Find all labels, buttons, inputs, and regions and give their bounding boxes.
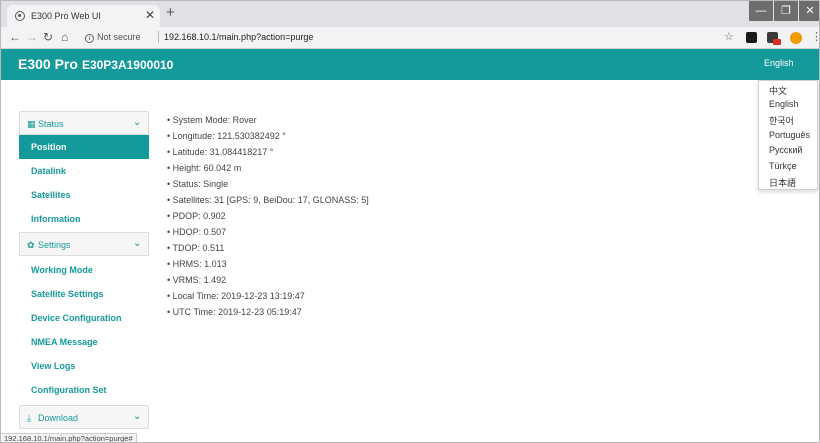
browser-status-bar: 192.168.10.1/main.php?action=purge# [1,433,137,442]
sidebar-item-label: Satellite Settings [31,289,104,299]
info-hdop: • HDOP: 0.507 [167,227,227,237]
language-option[interactable]: English [769,99,799,109]
sidebar-item-label: View Logs [31,361,76,371]
info-icon: i [85,34,94,43]
language-dropdown: 中文 English 한국어 Português Русский Türkçe … [758,80,818,190]
forward-arrow-icon[interactable]: → [26,30,38,44]
info-satellites: • Satellites: 31 [GPS: 9, BeiDou: 17, GL… [167,195,369,205]
download-icon: ⤓ [27,413,31,423]
info-tdop: • TDOP: 0.511 [167,243,225,253]
back-arrow-icon[interactable]: ← [9,30,21,44]
info-vrms: • VRMS: 1.492 [167,275,227,285]
sidebar-item-label: Satellites [31,190,71,200]
grid-icon: ▦ [27,119,36,129]
settings-group-label: Settings [38,240,71,250]
url-separator [158,31,159,43]
info-local-time: • Local Time: 2019-12-23 13:19:47 [167,291,305,301]
not-secure-label: Not secure [97,32,141,42]
globe-icon [15,11,25,21]
sidebar-item-nmea-message[interactable]: NMEA Message [19,330,149,354]
profile-avatar[interactable] [790,32,802,44]
sidebar-item-label: Device Configuration [31,313,122,323]
app-header: E300 Pro E30P3A1900010 English [1,49,819,80]
language-option[interactable]: Türkçe [769,161,797,171]
language-option[interactable]: 한국어 [769,114,794,127]
minimize-button[interactable]: — [749,1,773,21]
info-system-mode: • System Mode: Rover [167,115,257,125]
info-longitude: • Longitude: 121.530382492 ° [167,131,286,141]
info-height: • Height: 60.042 m [167,163,242,173]
sidebar-item-label: Configuration Set [31,385,107,395]
tab-strip: E300 Pro Web UI ✕ + — ❐ ✕ [1,1,819,27]
chevron-down-icon: ⌄ [133,411,142,422]
home-icon[interactable]: ⌂ [61,30,68,44]
address-bar: ← → ↻ ⌂ i Not secure 192.168.10.1/main.ph… [1,27,819,49]
sidebar-item-working-mode[interactable]: Working Mode [19,258,149,282]
browser-menu-icon[interactable]: ⋮ [811,30,819,43]
sidebar-item-device-configuration[interactable]: Device Configuration [19,306,149,330]
new-tab-button[interactable]: + [166,4,175,21]
app-title: E300 Pro E30P3A1900010 [18,56,173,72]
site-info[interactable]: i Not secure [85,32,141,43]
sidebar-item-configuration-set[interactable]: Configuration Set [19,378,149,402]
chevron-down-icon: ⌄ [133,117,142,128]
browser-tab[interactable]: E300 Pro Web UI ✕ [7,5,160,27]
sidebar-item-view-logs[interactable]: View Logs [19,354,149,378]
info-pdop: • PDOP: 0.902 [167,211,226,221]
url-field[interactable]: 192.168.10.1/main.php?action=purge [164,32,313,42]
pdf-extension-icon[interactable] [746,32,757,43]
settings-group-header[interactable]: ✿ Settings ⌄ [19,232,149,256]
browser-window: E300 Pro Web UI ✕ + — ❐ ✕ ← → ↻ ⌂ i Not s… [0,0,820,443]
tab-title: E300 Pro Web UI [31,11,101,21]
sidebar-item-information[interactable]: Information [19,207,149,231]
info-status: • Status: Single [167,179,229,189]
info-latitude: • Latitude: 31.084418217 ° [167,147,274,157]
chevron-down-icon: ⌄ [133,238,142,249]
sidebar-item-satellites[interactable]: Satellites [19,183,149,207]
sidebar-item-label: Working Mode [31,265,93,275]
download-group-header[interactable]: ⤓ Download ⌄ [19,405,149,429]
close-window-button[interactable]: ✕ [799,1,819,21]
status-group-label: Status [38,119,64,129]
serial-number: E30P3A1900010 [81,58,174,72]
extension-badge [773,39,781,45]
language-option[interactable]: Русский [769,145,802,155]
status-group-header[interactable]: ▦ Status ⌄ [19,111,149,135]
sidebar-item-label: Position [31,142,67,152]
sidebar-item-satellite-settings[interactable]: Satellite Settings [19,282,149,306]
sidebar-item-label: NMEA Message [31,337,98,347]
sidebar-item-label: Datalink [31,166,67,176]
info-utc-time: • UTC Time: 2019-12-23 05:19:47 [167,307,302,317]
sidebar-item-label: Information [31,214,81,224]
sidebar-item-datalink[interactable]: Datalink [19,159,149,183]
language-option[interactable]: 中文 [769,84,787,97]
sidebar-item-position[interactable]: Position [19,135,149,159]
language-option[interactable]: 日本語 [769,176,796,189]
info-hrms: • HRMS: 1.013 [167,259,227,269]
product-name: E300 Pro [18,56,78,72]
reload-icon[interactable]: ↻ [43,30,53,44]
restore-button[interactable]: ❐ [774,1,798,21]
language-option[interactable]: Português [769,130,810,140]
language-selector[interactable]: English [764,58,794,68]
gear-icon: ✿ [27,240,35,250]
bookmark-star-icon[interactable]: ☆ [724,30,734,43]
tab-close-icon[interactable]: ✕ [145,8,155,22]
download-group-label: Download [38,413,79,423]
